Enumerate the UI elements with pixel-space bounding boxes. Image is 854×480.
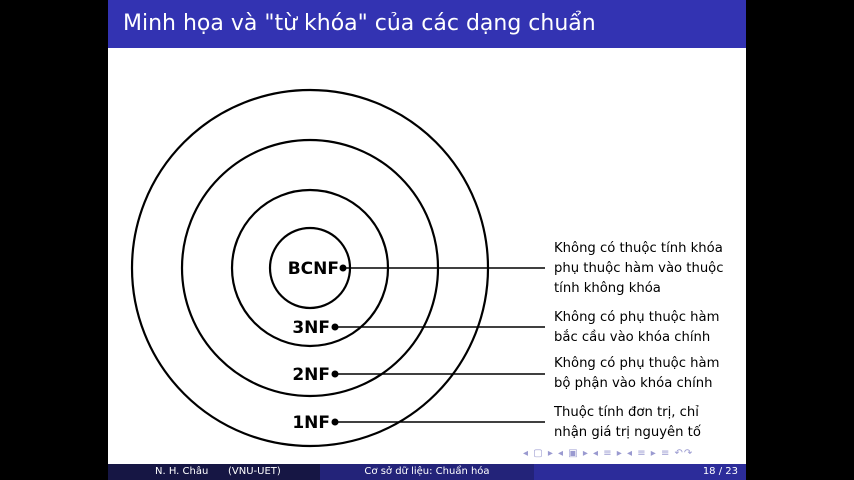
level-bcnf: BCNF Không có thuộc tính khóa phụ thuộc … <box>288 240 728 296</box>
beamer-navigation-symbols[interactable]: ◂ ▢ ▸ ◂ ▣ ▸ ◂ ≡ ▸ ◂ ≡ ▸ ≡ ↶↷ <box>523 448 693 459</box>
level-3nf: 3NF Không có phụ thuộc hàm bắc cầu vào k… <box>292 309 724 345</box>
level-description: Không có phụ thuộc hàm bắc cầu vào khóa … <box>554 309 724 345</box>
level-description: Không có thuộc tính khóa phụ thuộc hàm v… <box>554 240 728 296</box>
level-description: Không có phụ thuộc hàm bộ phận vào khóa … <box>554 355 724 391</box>
level-label: BCNF <box>288 259 339 279</box>
description-line: nhận giá trị nguyên tố <box>554 423 701 440</box>
description-line: bộ phận vào khóa chính <box>554 375 712 391</box>
level-label: 3NF <box>292 318 330 338</box>
slide: Minh họa và "từ khóa" của các dạng chuẩn… <box>108 0 746 480</box>
description-line: Thuộc tính đơn trị, chỉ <box>553 404 699 420</box>
footer: N. H. Châu (VNU-UET) Cơ sở dữ liệu: Chuẩ… <box>108 464 746 480</box>
footer-course: Cơ sở dữ liệu: Chuẩn hóa <box>364 466 490 477</box>
level-1nf: 1NF Thuộc tính đơn trị, chỉ nhận giá trị… <box>292 404 703 440</box>
footer-course-section: Cơ sở dữ liệu: Chuẩn hóa <box>320 464 534 480</box>
description-line: Không có thuộc tính khóa <box>554 240 723 256</box>
level-label: 2NF <box>292 365 330 385</box>
footer-page-section: 18 / 23 <box>534 464 746 480</box>
description-line: Không có phụ thuộc hàm <box>554 309 719 325</box>
level-label: 1NF <box>292 413 330 433</box>
description-line: tính không khóa <box>554 280 661 296</box>
footer-author-section: N. H. Châu (VNU-UET) <box>108 464 320 480</box>
level-2nf: 2NF Không có phụ thuộc hàm bộ phận vào k… <box>292 355 724 391</box>
page-number: 18 / 23 <box>702 466 738 477</box>
footer-institution: (VNU-UET) <box>228 466 281 477</box>
description-line: Không có phụ thuộc hàm <box>554 355 719 371</box>
footer-author: N. H. Châu <box>155 466 209 477</box>
level-description: Thuộc tính đơn trị, chỉ nhận giá trị ngu… <box>553 404 703 440</box>
normal-forms-diagram: BCNF Không có thuộc tính khóa phụ thuộc … <box>130 88 728 448</box>
description-line: phụ thuộc hàm vào thuộc <box>554 260 724 276</box>
description-line: bắc cầu vào khóa chính <box>554 328 710 345</box>
